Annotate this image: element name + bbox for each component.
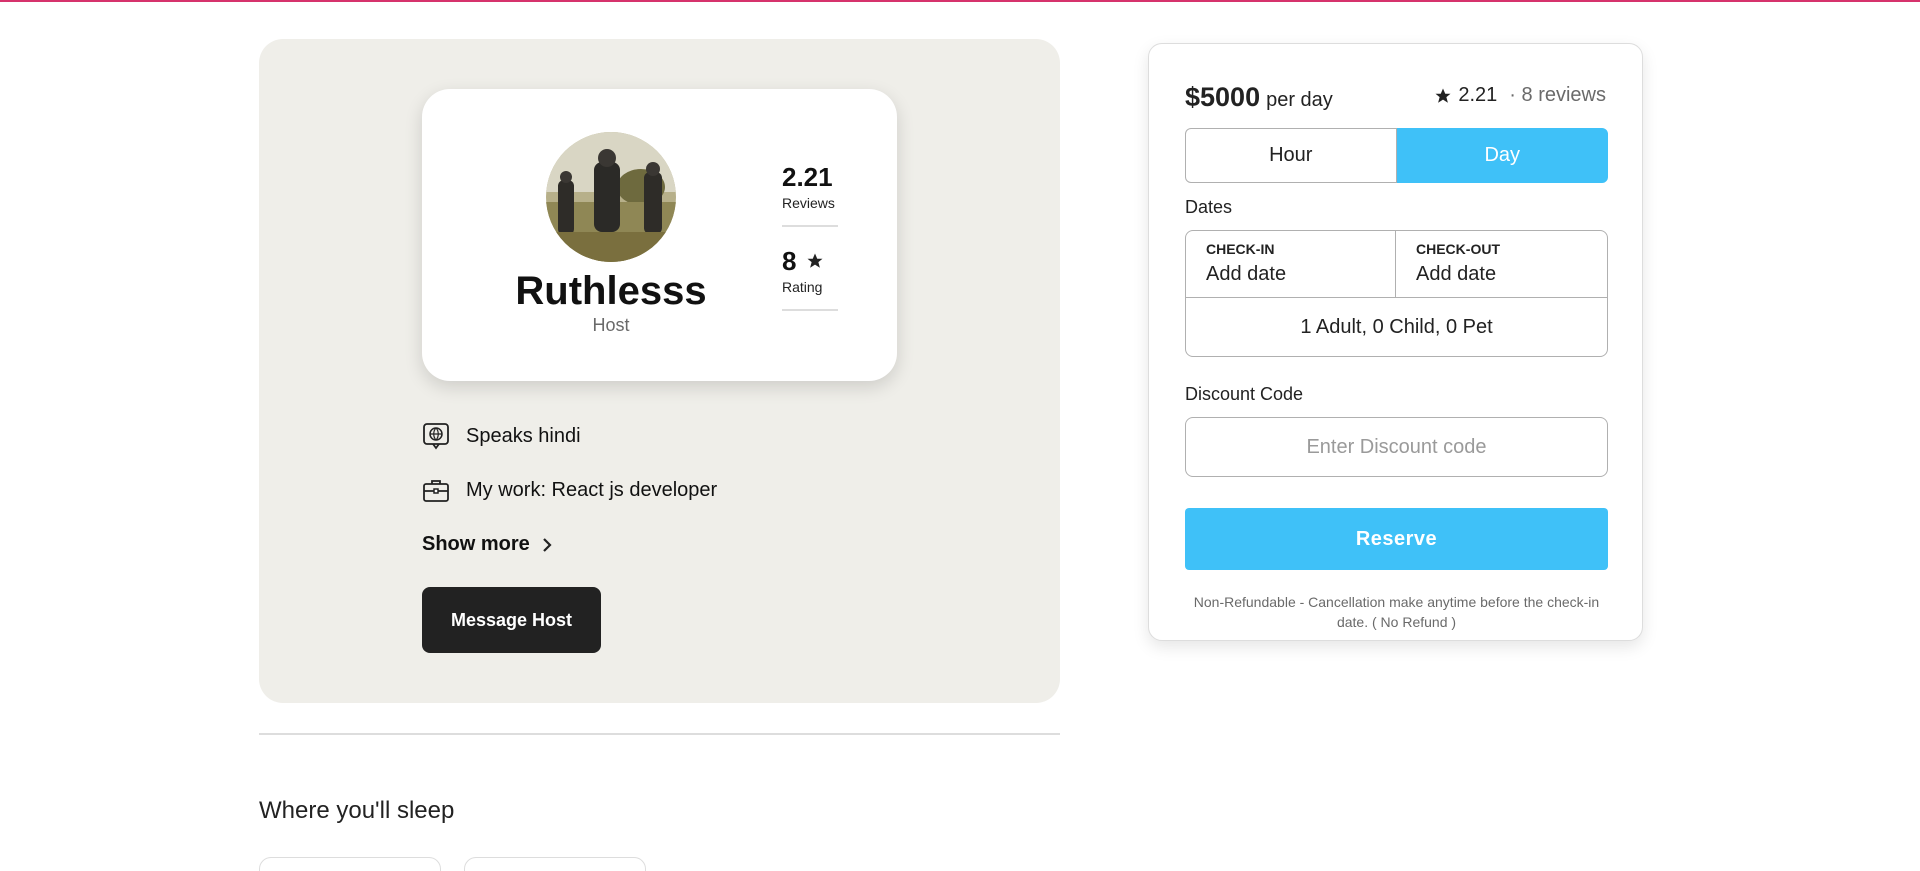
rating-stat-value: 8 xyxy=(782,245,838,277)
host-avatar-photo xyxy=(546,132,676,262)
top-accent-line xyxy=(0,0,1920,2)
chevron-right-icon xyxy=(543,537,552,552)
stat-divider xyxy=(782,225,838,227)
discount-code-input[interactable] xyxy=(1185,417,1608,477)
star-icon xyxy=(807,253,823,268)
refund-policy-note: Non-Refundable - Cancellation make anyti… xyxy=(1193,594,1600,630)
check-out-field[interactable]: CHECK-OUT Add date xyxy=(1396,231,1607,297)
day-toggle-button[interactable]: Day xyxy=(1396,128,1608,183)
stat-divider xyxy=(782,309,838,311)
reviews-stat-label: Reviews xyxy=(782,195,835,211)
show-more-label: Show more xyxy=(422,533,530,555)
host-profile-card: Ruthlesss Host 2.21 Reviews 8 Rating xyxy=(422,89,897,381)
price-row: $5000 per day xyxy=(1185,82,1333,113)
discount-code-label: Discount Code xyxy=(1185,384,1304,404)
rate-type-toggle: Hour Day xyxy=(1185,128,1608,183)
briefcase-icon xyxy=(423,480,449,502)
host-work-text: My work: React js developer xyxy=(466,478,718,501)
check-in-field[interactable]: CHECK-IN Add date xyxy=(1186,231,1396,297)
reserve-button[interactable]: Reserve xyxy=(1185,508,1608,570)
room-card[interactable] xyxy=(464,857,646,871)
hour-toggle-button[interactable]: Hour xyxy=(1185,128,1397,183)
host-panel: Ruthlesss Host 2.21 Reviews 8 Rating Spe… xyxy=(259,39,1060,703)
booking-widget: $5000 per day 2.21 · 8 reviews Hour Day … xyxy=(1148,43,1643,641)
rating-value: 2.21 xyxy=(1458,84,1498,106)
check-out-value: Add date xyxy=(1416,263,1497,285)
check-in-value: Add date xyxy=(1206,263,1287,285)
check-in-label: CHECK-IN xyxy=(1206,241,1275,257)
show-more-link[interactable]: Show more xyxy=(422,533,554,556)
host-work-row: My work: React js developer xyxy=(422,476,717,504)
rating-summary: 2.21 · 8 reviews xyxy=(1434,84,1606,107)
dates-label: Dates xyxy=(1185,197,1233,217)
rating-stat-label: Rating xyxy=(782,279,823,295)
host-language-row: Speaks hindi xyxy=(422,422,581,450)
language-globe-icon xyxy=(423,423,449,450)
host-role: Host xyxy=(592,315,630,335)
price-value: $5000 xyxy=(1185,82,1261,112)
host-name: Ruthlesss xyxy=(515,269,707,313)
star-icon xyxy=(1435,88,1451,103)
reviews-stat-value: 2.21 xyxy=(782,161,833,192)
host-language-text: Speaks hindi xyxy=(466,424,581,447)
host-avatar[interactable] xyxy=(546,132,676,262)
where-you-sleep-heading: Where you'll sleep xyxy=(259,797,455,824)
section-divider xyxy=(259,733,1060,735)
message-host-button[interactable]: Message Host xyxy=(422,587,601,653)
price-unit: per day xyxy=(1266,89,1333,111)
room-card[interactable] xyxy=(259,857,441,871)
dates-picker: CHECK-IN Add date CHECK-OUT Add date 1 A… xyxy=(1185,230,1608,357)
guests-selector[interactable]: 1 Adult, 0 Child, 0 Pet xyxy=(1186,297,1607,356)
reviews-count-link[interactable]: · 8 reviews xyxy=(1509,84,1606,107)
host-stats: 2.21 Reviews 8 Rating xyxy=(782,161,838,329)
check-out-label: CHECK-OUT xyxy=(1416,241,1500,257)
